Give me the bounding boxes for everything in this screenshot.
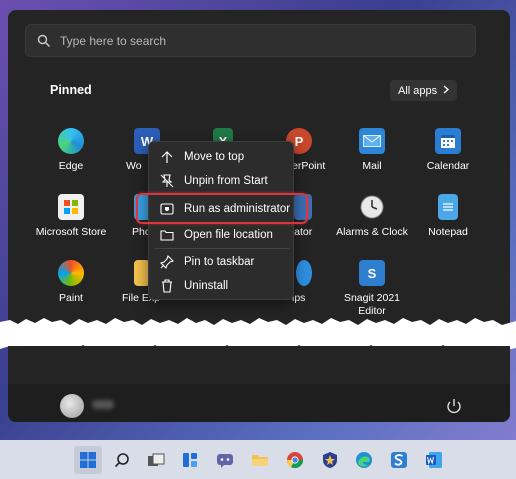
- menu-item-label: Pin to taskbar: [184, 256, 255, 268]
- tips-icon: [296, 260, 312, 286]
- tile-label: Calendar: [426, 160, 470, 172]
- menu-item-pin-to-taskbar[interactable]: Pin to taskbar: [149, 250, 295, 274]
- tile-label: Notepad: [428, 226, 468, 238]
- tile-label: Alarms & Clock: [336, 226, 408, 238]
- task-view-button[interactable]: [142, 446, 170, 474]
- chrome-icon: [286, 452, 304, 469]
- search-icon: [114, 453, 129, 468]
- paint-icon: [58, 260, 84, 286]
- teams-chat-button[interactable]: [211, 446, 239, 474]
- tile-calendar[interactable]: Calendar: [411, 128, 485, 173]
- word-taskbar-button[interactable]: [420, 446, 448, 474]
- tile-label: Microsoft Store: [35, 226, 107, 238]
- tile-notepad[interactable]: Notepad: [411, 194, 485, 239]
- chrome-button[interactable]: [281, 446, 309, 474]
- menu-item-uninstall[interactable]: Uninstall: [149, 274, 295, 298]
- menu-item-label: Move to top: [184, 151, 245, 163]
- snagit-taskbar-button[interactable]: [385, 446, 413, 474]
- tile-edge[interactable]: Edge: [34, 128, 108, 173]
- file-explorer-taskbar-button[interactable]: [246, 446, 274, 474]
- folder-icon: [159, 227, 175, 243]
- windows-logo-icon: [80, 452, 96, 468]
- snagit-icon: [391, 452, 407, 468]
- snagit-icon: S: [359, 260, 385, 286]
- menu-item-label: Unpin from Start: [184, 175, 268, 187]
- menu-item-move-to-top[interactable]: Move to top: [149, 145, 295, 169]
- power-icon: [447, 399, 461, 414]
- trash-icon: [159, 278, 175, 294]
- calendar-icon: [435, 128, 461, 154]
- tile-microsoft-store[interactable]: Microsoft Store: [34, 194, 108, 239]
- search-box[interactable]: Type here to search: [25, 24, 476, 57]
- tile-label: Edge: [58, 160, 84, 172]
- mail-icon: [359, 128, 385, 154]
- edge-icon: [58, 128, 84, 154]
- shield-badge-icon: [323, 452, 337, 468]
- security-app-button[interactable]: [316, 446, 344, 474]
- tile-alarms-clock[interactable]: Alarms & Clock: [335, 194, 409, 239]
- search-placeholder: Type here to search: [60, 33, 167, 48]
- edge-icon: [356, 452, 372, 468]
- avatar[interactable]: [60, 394, 84, 418]
- clock-icon: [359, 194, 385, 220]
- power-button[interactable]: [445, 397, 463, 415]
- teams-chat-icon: [217, 454, 233, 468]
- menu-item-label: Uninstall: [184, 280, 229, 292]
- menu-item-open-file-location[interactable]: Open file location: [149, 223, 295, 247]
- store-icon: [58, 194, 84, 220]
- pinned-heading: Pinned: [50, 83, 92, 97]
- tile-label: Mail: [362, 160, 382, 172]
- task-view-icon: [148, 453, 165, 466]
- menu-separator: [155, 248, 289, 249]
- torn-edge-divider: [0, 318, 516, 380]
- all-apps-label: All apps: [398, 84, 438, 97]
- widgets-button[interactable]: [176, 446, 204, 474]
- taskbar-search-button[interactable]: [108, 446, 136, 474]
- search-icon: [36, 33, 52, 49]
- start-button[interactable]: [74, 446, 102, 474]
- pin-icon: [159, 254, 175, 270]
- tile-mail[interactable]: Mail: [335, 128, 409, 173]
- highlight-annotation: [136, 193, 308, 224]
- word-icon: [426, 452, 442, 468]
- unpin-icon: [159, 173, 175, 189]
- edge-taskbar-button[interactable]: [350, 446, 378, 474]
- widgets-icon: [183, 453, 197, 467]
- user-name-blurred: [92, 400, 114, 409]
- all-apps-button[interactable]: All apps: [390, 80, 458, 101]
- notepad-icon: [438, 194, 458, 220]
- arrow-up-icon: [159, 149, 175, 165]
- menu-item-label: Open file location: [184, 229, 273, 241]
- file-explorer-icon: [252, 455, 268, 466]
- menu-item-unpin[interactable]: Unpin from Start: [149, 169, 295, 193]
- chevron-right-icon: [443, 85, 450, 97]
